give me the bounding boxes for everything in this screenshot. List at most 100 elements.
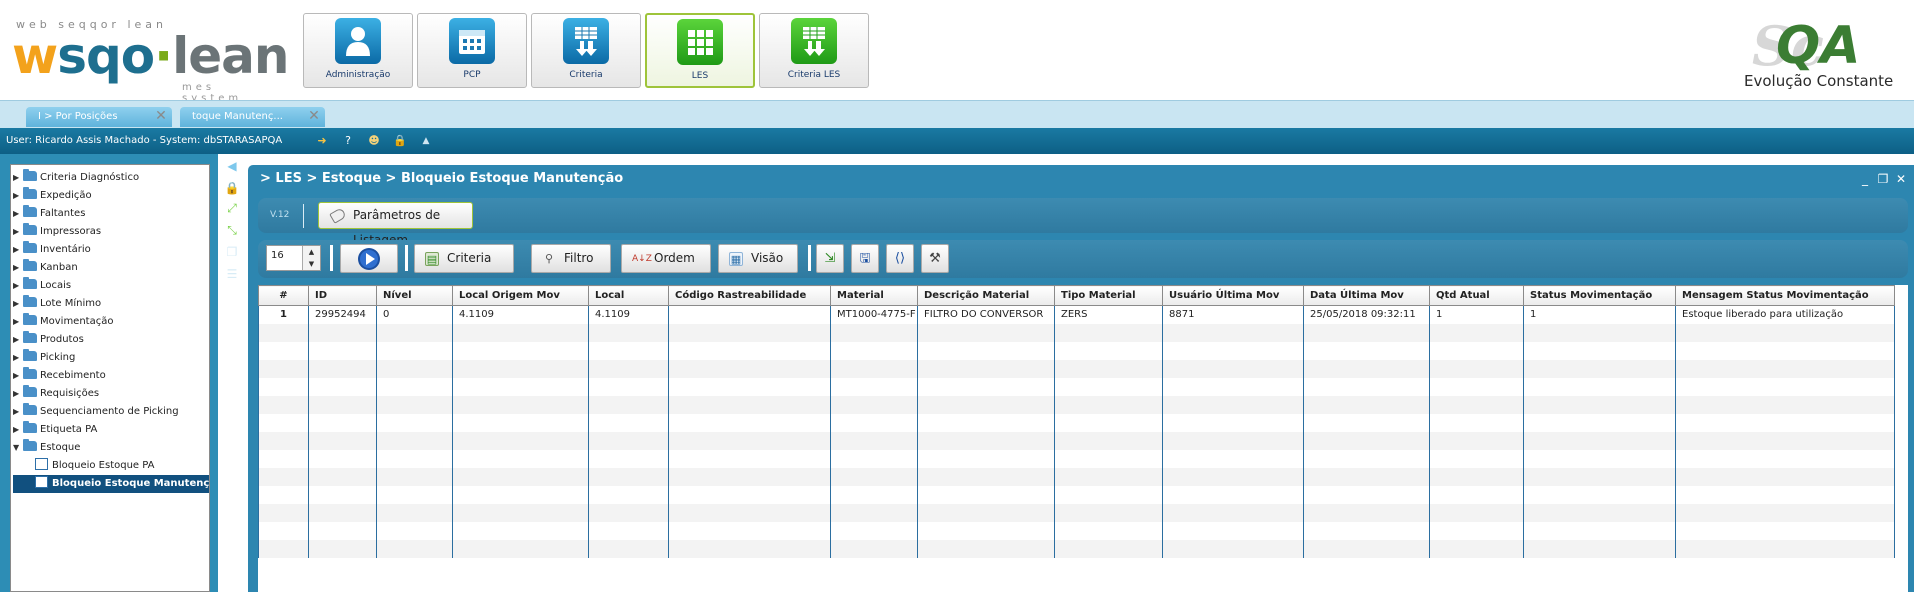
close-icon[interactable]: ✕ [307,109,321,123]
column-header[interactable]: ID [308,285,377,306]
empty-cell [452,521,589,540]
collapse-left-icon[interactable]: ◀ [224,158,240,174]
tree-item-picking[interactable]: ▶ Picking [13,349,209,367]
empty-cell [830,431,918,450]
tree-item-bloqueio-estoque-pa[interactable]: Bloqueio Estoque PA [13,457,209,475]
expand-arrow-icon[interactable]: ▶ [13,205,23,223]
column-header[interactable]: Código Rastreabilidade [668,285,831,306]
tree-item-inventario[interactable]: ▶ Inventário [13,241,209,259]
ordem-button[interactable]: A↓Z Ordem [621,244,711,273]
windows-tile-icon[interactable]: ☰ [224,266,240,282]
column-header[interactable]: Nível [376,285,453,306]
column-header[interactable]: Usuário Última Mov [1162,285,1304,306]
exit-icon[interactable]: ➜ [314,133,330,149]
expand-arrow-icon[interactable]: ▶ [13,241,23,259]
restore-icon[interactable]: ❐ [1876,172,1890,186]
expand-arrow-icon[interactable]: ▶ [13,223,23,241]
tree-item-impressoras[interactable]: ▶ Impressoras [13,223,209,241]
tree-item-locais[interactable]: ▶ Locais [13,277,209,295]
tree-item-faltantes[interactable]: ▶ Faltantes [13,205,209,223]
tree-item-lote-minimo[interactable]: ▶ Lote Mínimo [13,295,209,313]
expand-arrow-icon[interactable]: ▶ [13,277,23,295]
empty-cell [1429,521,1524,540]
expand-arrow-icon[interactable]: ▶ [13,259,23,277]
close-icon[interactable]: ✕ [154,109,168,123]
column-header[interactable]: Tipo Material [1054,285,1163,306]
expand-arrow-icon[interactable]: ▶ [13,331,23,349]
module-les-button[interactable]: LES [645,13,755,88]
filtro-button[interactable]: ⚲ Filtro [531,244,611,273]
visao-button[interactable]: ▦ Visão [718,244,798,273]
tree-item-produtos[interactable]: ▶ Produtos [13,331,209,349]
module-pcp-button[interactable]: PCP [417,13,527,88]
expand-arrow-icon[interactable]: ▶ [13,169,23,187]
cell-descricao-material: FILTRO DO CONVERSOR [917,305,1055,324]
minimize-icon[interactable]: _ [1858,172,1872,186]
expand-arrow-icon[interactable]: ▶ [13,403,23,421]
collapse-up-icon[interactable]: ▲ [418,133,434,149]
empty-row [258,341,1895,360]
expand-arrow-icon[interactable]: ▶ [13,313,23,331]
empty-cell [376,413,453,432]
page-size-stepper[interactable]: 16 ▲ ▼ [266,245,321,271]
expand-arrow-icon[interactable]: ▶ [13,187,23,205]
tab-estoque-manutencao[interactable]: toque Manutenç... ✕ [180,107,325,127]
expand-arrow-icon[interactable]: ▶ [13,349,23,367]
lock-icon[interactable]: 🔒 [392,133,408,149]
tree-item-requisicoes[interactable]: ▶ Requisições [13,385,209,403]
increment-icon[interactable]: ▲ [302,246,320,258]
tree-item-recebimento[interactable]: ▶ Recebimento [13,367,209,385]
collapse-arrow-icon[interactable]: ▼ [13,439,23,457]
tree-item-estoque[interactable]: ▼ Estoque [13,439,209,457]
expand-arrow-icon[interactable]: ▶ [13,295,23,313]
tree-item-criteria-diagnostico[interactable]: ▶ Criteria Diagnóstico [13,169,209,187]
module-criteria-button[interactable]: Criteria [531,13,641,88]
tree-item-bloqueio-estoque-manutencao[interactable]: Bloqueio Estoque Manutençã [13,475,209,493]
column-header[interactable]: Descrição Material [917,285,1055,306]
save-button[interactable]: 🖫 [851,244,879,273]
column-header[interactable]: Local [588,285,669,306]
tree-item-kanban[interactable]: ▶ Kanban [13,259,209,277]
empty-cell [830,377,918,396]
folder-icon [23,259,37,271]
expand-all-icon[interactable]: ⤢ [224,200,240,216]
empty-row [258,521,1895,540]
tree-item-sequenciamento-de-picking[interactable]: ▶ Sequenciamento de Picking [13,403,209,421]
column-header[interactable]: Local Origem Mov [452,285,589,306]
cell-tipo-material: ZERS [1054,305,1163,324]
column-header[interactable]: Mensagem Status Movimentação [1675,285,1895,306]
empty-row [258,359,1895,378]
tab-por-posicoes[interactable]: I > Por Posições ✕ [26,107,172,127]
lock-icon[interactable]: 🔒 [224,180,240,196]
module-administracao-button[interactable]: Administração [303,13,413,88]
table-row[interactable]: 1 29952494 0 4.1109 4.1109 MT1000-4775-F… [258,305,1895,324]
wrench-icon: ⚒ [929,251,941,266]
module-criteria-les-button[interactable]: Criteria LES [759,13,869,88]
folder-icon [23,367,37,379]
empty-cell [1523,377,1676,396]
collapse-all-icon[interactable]: ⤡ [224,222,240,238]
column-header[interactable]: Data Última Mov [1303,285,1430,306]
parametros-de-listagem-button[interactable]: Parâmetros de Listagem [318,202,473,247]
column-header[interactable]: Qtd Atual [1429,285,1524,306]
column-header[interactable]: Material [830,285,918,306]
tree-item-etiqueta-pa[interactable]: ▶ Etiqueta PA [13,421,209,439]
tree-item-expedicao[interactable]: ▶ Expedição [13,187,209,205]
decrement-icon[interactable]: ▼ [302,258,320,270]
column-header[interactable]: # [258,285,309,306]
expand-arrow-icon[interactable]: ▶ [13,385,23,403]
execute-button[interactable] [340,244,398,273]
criteria-button[interactable]: ▤ Criteria [414,244,514,273]
windows-cascade-icon[interactable]: ❐ [224,244,240,260]
export-button[interactable]: ⇲ [816,244,844,273]
cell-status-movimentacao: 1 [1523,305,1676,324]
column-header[interactable]: Status Movimentação [1523,285,1676,306]
expand-arrow-icon[interactable]: ▶ [13,367,23,385]
expand-arrow-icon[interactable]: ▶ [13,421,23,439]
code-view-button[interactable]: ⟨⟩ [886,244,914,273]
close-icon[interactable]: ✕ [1894,172,1908,186]
help-icon[interactable]: ? [340,133,356,149]
user-switch-icon[interactable]: ☻ [366,133,382,149]
tree-item-movimentacao[interactable]: ▶ Movimentação [13,313,209,331]
tools-button[interactable]: ⚒ [921,244,949,273]
